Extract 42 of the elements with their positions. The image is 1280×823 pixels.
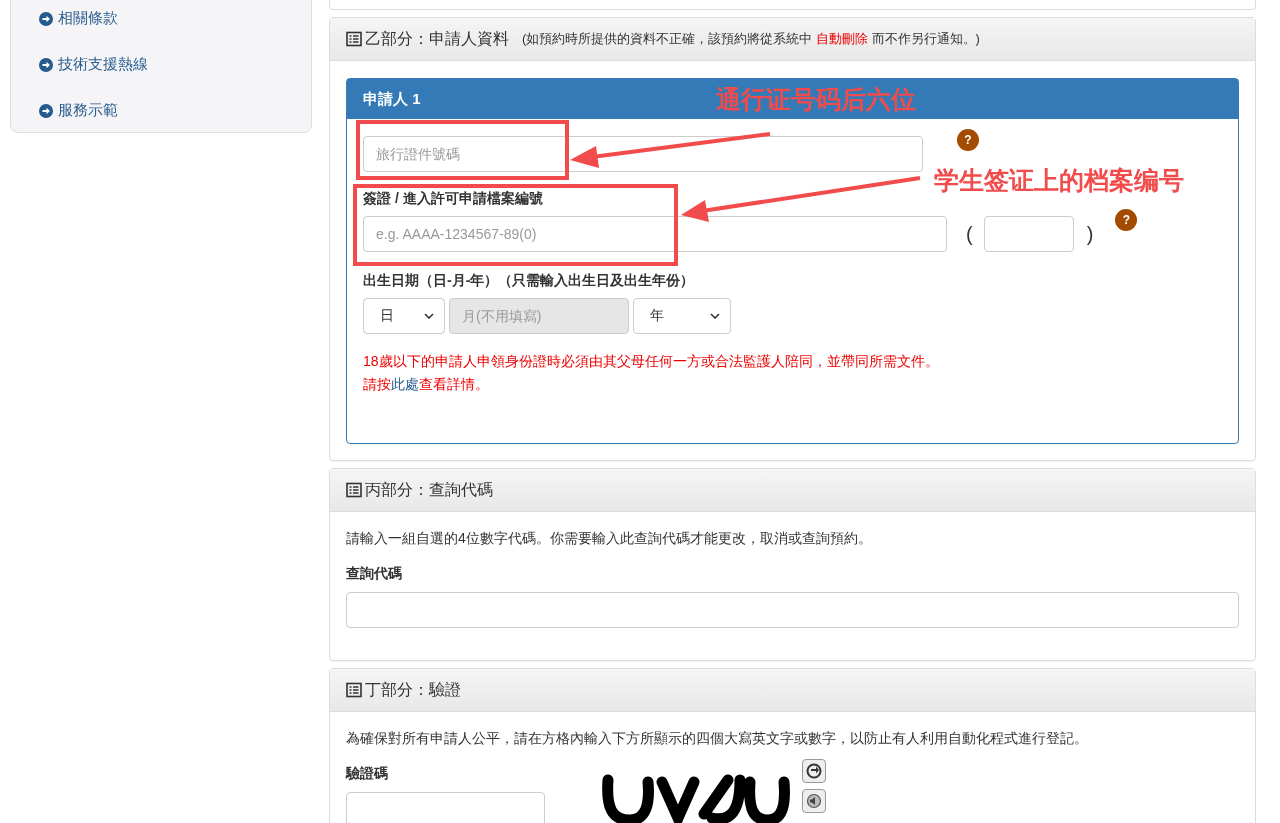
warning-text: 18歲以下的申請人申領身份證時必須由其父母任何一方或合法監護人陪同，並帶同所需文件。 [363,352,940,371]
list-icon [346,482,362,498]
input-field[interactable]: e.g. AAAA-1234567-89(0) [363,216,947,252]
parenthesis: ( [966,222,973,246]
list-icon [346,682,362,698]
refresh-button[interactable] [802,759,826,783]
audio-button[interactable] [802,789,826,813]
section-note: (如預約時所提供的資料不正確，該預約將從系統中 自動刪除 而不作另行通知。) [522,30,980,48]
panel-title: 申請人 1 [363,89,421,109]
field-label: 驗證碼 [346,765,389,783]
year-select[interactable]: 年 [633,298,731,334]
input-field[interactable]: 旅行證件號碼 [363,136,923,172]
field-label: 查詢代碼 [346,565,403,583]
input-field[interactable] [983,216,1074,252]
list-icon [346,31,362,47]
sidebar-link[interactable]: 相關條款 [58,9,118,28]
field-label: 簽證 / 進入許可申請檔案編號 [363,190,544,208]
arrow-circle-icon [39,103,53,118]
annotation-text: 通行证号码后六位 [716,84,916,115]
field-label: 出生日期（日-月-年）（只需輸入出生日及出生年份） [363,272,696,290]
day-select[interactable]: 日 [363,298,445,334]
sidebar-link[interactable]: 技術支援熱線 [58,55,148,74]
chevron-icon [424,313,434,319]
instruction-text: 請輸入一組自選的4位數字代碼。你需要輸入此查詢代碼才能更改，取消或查詢預約。 [346,530,873,548]
input-field[interactable] [346,792,545,823]
arrow-circle-icon [39,57,53,72]
arrow-circle-icon [39,11,53,26]
help-icon[interactable]: ? [1115,209,1138,231]
speaker-icon [806,793,822,809]
instruction-text: 為確保對所有申請人公平，請在方格內輸入下方所顯示的四個大寫英文字或數字，以防止有人利用自動化程式進行登記。 [346,730,1089,748]
input-field[interactable] [346,592,1239,628]
annotation-text: 学生签证上的档案编号 [934,165,1184,196]
details-link[interactable]: 此處 [391,376,419,392]
help-icon[interactable]: ? [957,129,979,151]
section-title: 丁部分：驗證 [365,679,461,700]
section-title: 乙部分：申請人資料 [365,28,509,49]
chevron-icon [710,313,720,319]
detail-text: 請按此處查看詳情。 [363,375,490,394]
section-title: 丙部分：查詢代碼 [365,479,493,500]
parenthesis: ) [1086,222,1094,246]
sidebar-link[interactable]: 服務示範 [58,101,118,120]
refresh-icon [806,763,822,779]
